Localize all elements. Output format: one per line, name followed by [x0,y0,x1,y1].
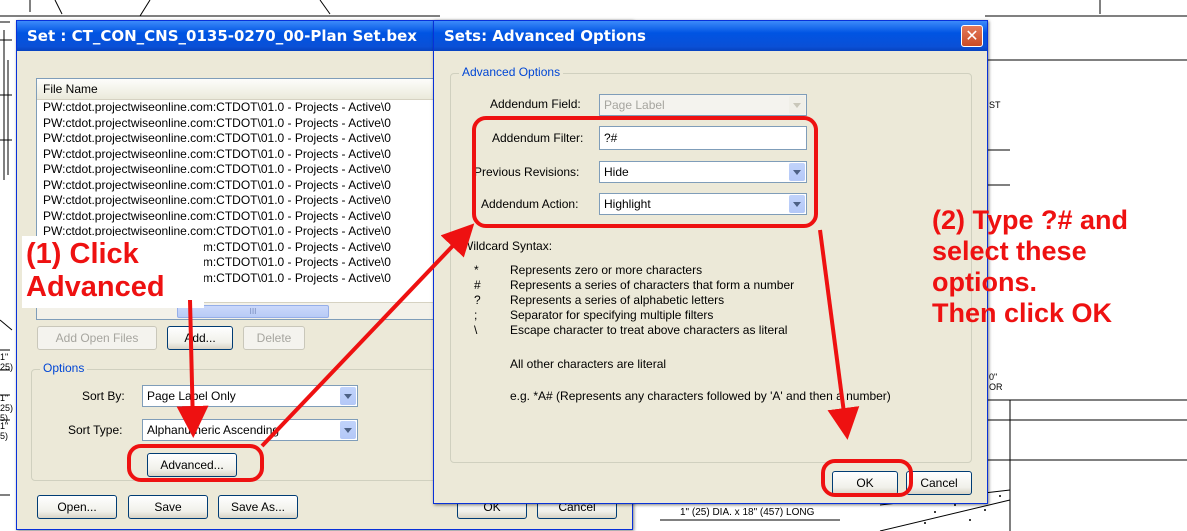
wildcard-symbol: # [474,278,481,292]
drawing-mark: 1" [0,393,9,403]
wildcard-symbol: ? [474,293,481,307]
chevron-down-icon[interactable] [789,96,805,114]
drawing-mark: OR [989,382,1003,392]
sort-type-select[interactable]: Alphanumeric Ascending [142,419,358,441]
sort-by-select[interactable]: Page Label Only [142,385,358,407]
annotation-step1-line1: (1) Click [26,238,139,270]
file-row[interactable]: PW:ctdot.projectwiseonline.com:CTDOT\01.… [37,131,442,147]
sort-type-value: Alphanumeric Ascending [147,423,280,437]
file-row[interactable]: PW:ctdot.projectwiseonline.com:CTDOT\01.… [37,116,442,132]
wildcard-description: Separator for specifying multiple filter… [510,308,714,322]
wildcard-syntax-title: Wildcard Syntax: [462,239,553,253]
annotation-step2: (2) Type ?# and select these options. Th… [932,205,1128,329]
wildcard-description: Represents a series of characters that f… [510,278,795,292]
annotation-step2-line4: Then click OK [932,298,1113,329]
file-row[interactable]: PW:ctdot.projectwiseonline.com:CTDOT\01.… [37,209,442,225]
file-row[interactable]: PW:ctdot.projectwiseonline.com:CTDOT\01.… [37,147,442,163]
advanced-dialog-title: Sets: Advanced Options [434,21,987,51]
file-row[interactable]: PW:ctdot.projectwiseonline.com:CTDOT\01.… [37,162,442,178]
wildcard-example: e.g. *A# (Represents any characters foll… [510,389,891,403]
wildcard-description: Represents zero or more characters [510,263,703,277]
drawing-mark: 1" [0,352,9,362]
file-row[interactable]: PW:ctdot.projectwiseonline.com:CTDOT\01.… [37,178,442,194]
annotation-step1-line2: Advanced [26,271,165,304]
drawing-mark: ST [989,100,1001,110]
drawing-mark: 5) [0,431,9,441]
sort-by-label: Sort By: [82,389,125,403]
highlight-advanced-button [127,444,264,482]
save-as-button[interactable]: Save As... [218,495,298,519]
add-button[interactable]: Add... [167,326,233,350]
drawing-mark: 25) [0,403,14,413]
close-icon[interactable]: ✕ [961,25,983,47]
addendum-field-label: Addendum Field: [490,97,581,111]
wildcard-description: Represents a series of alphabetic letter… [510,293,725,307]
wildcard-symbol: \ [474,323,478,337]
chevron-down-icon[interactable] [340,421,356,439]
addendum-field-value: Page Label [604,98,665,112]
advanced-cancel-button[interactable]: Cancel [906,471,972,495]
drawing-mark: 0" [989,372,998,382]
annotation-step2-line3: options. [932,267,1037,298]
addendum-field-select[interactable]: Page Label [599,94,807,116]
open-button[interactable]: Open... [37,495,117,519]
drawing-mark: 1" [0,421,9,431]
chevron-down-icon[interactable] [340,387,356,405]
advanced-options-dialog: Sets: Advanced Options ✕ Advanced Option… [433,20,988,504]
drawing-mark: 25) [0,362,14,372]
file-name-column-header[interactable]: File Name [37,79,442,100]
wildcard-description: Escape character to treat above characte… [510,323,788,337]
sort-type-label: Sort Type: [68,423,123,437]
options-group-title: Options [40,361,88,375]
delete-button[interactable]: Delete [243,326,305,350]
annotation-step2-line1: (2) Type ?# and [932,205,1129,235]
wildcard-symbol: * [474,263,479,277]
save-button[interactable]: Save [128,495,208,519]
literal-note: All other characters are literal [510,357,667,371]
wildcard-symbol: ; [474,308,478,322]
advanced-options-group-title: Advanced Options [459,65,564,79]
annotation-step1: (1) Click Advanced [26,238,165,305]
add-open-files-button[interactable]: Add Open Files [37,326,157,350]
file-row[interactable]: PW:ctdot.projectwiseonline.com:CTDOT\01.… [37,100,442,116]
drawing-dimension-note: 1" (25) DIA. x 18" (457) LONG [680,507,815,518]
highlight-ok-button [821,459,913,497]
highlight-addendum-options [472,116,818,228]
annotation-step2-line2: select these [932,236,1087,267]
sort-by-value: Page Label Only [147,389,236,403]
file-row[interactable]: PW:ctdot.projectwiseonline.com:CTDOT\01.… [37,193,442,209]
